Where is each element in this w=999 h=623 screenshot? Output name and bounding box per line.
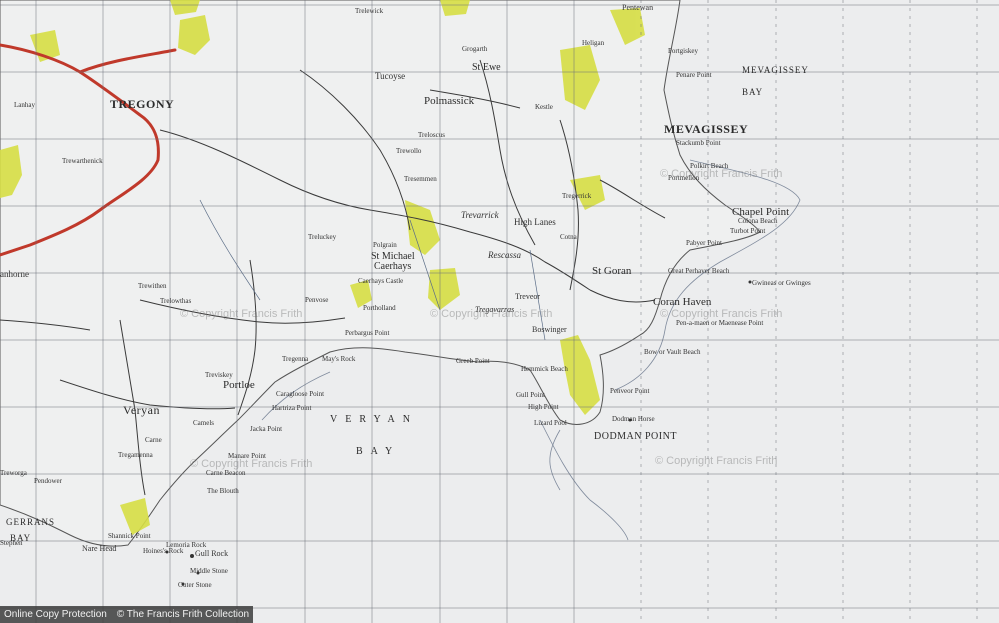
watermark-5: © Copyright Francis Frith [190,458,313,470]
label-caerhays[interactable]: Caerhays [374,262,411,272]
label-mevagissey-bay-1: MEVAGISSEY [742,65,809,75]
label-trevarrick[interactable]: Trevarrick [461,211,499,220]
label-edge-stephen: Stephen [0,539,23,547]
label-turbot-point[interactable]: Turbot Point [730,228,765,235]
label-tregamenna[interactable]: Tregamenna [118,452,153,459]
label-veryan-bay-1: VERYAN [330,414,419,425]
label-trelowthas[interactable]: Trelowthas [160,298,191,305]
label-mays-rock[interactable]: May's Rock [322,356,355,363]
label-jacka[interactable]: Jacka Point [250,426,282,433]
label-kestle[interactable]: Kestle [535,104,553,111]
copy-protection-label: Online Copy Protection [4,609,107,620]
label-penare-point[interactable]: Penare Point [676,72,712,79]
label-greeb-point[interactable]: Greeb Point [456,358,490,365]
label-treworga[interactable]: Treworga [0,470,27,477]
label-hemmick[interactable]: Hemmick Beach [521,366,568,373]
label-penvose[interactable]: Penvose [305,297,328,304]
label-the-blouth[interactable]: The Blouth [207,488,239,495]
label-perbargus[interactable]: Perbargus Point [345,330,389,337]
label-polmassick[interactable]: Polmassick [424,96,474,107]
label-high-point[interactable]: High Point [528,404,559,411]
label-outer-stone[interactable]: Outer Stone [178,582,212,589]
copyright-label: © The Francis Frith Collection [116,609,250,620]
label-rescassa[interactable]: Rescassa [488,251,521,260]
label-carne[interactable]: Carne [145,437,162,444]
label-portholland[interactable]: Portholland [363,305,396,312]
label-portgiskey[interactable]: Portgiskey [668,48,698,55]
label-caerhays-castle[interactable]: Caerhays Castle [358,278,403,285]
label-veryan-bay-2: BAY [356,446,401,457]
label-penveor: Penveor Point [610,387,650,395]
label-gull-point[interactable]: Gull Point [516,392,545,399]
label-trewarthenick[interactable]: Trewarthenick [62,158,103,165]
label-pabyer[interactable]: Pabyer Point [686,240,722,247]
label-gull-rock[interactable]: Gull Rock [195,550,228,558]
label-st-ewe[interactable]: St Ewe [472,63,501,73]
label-treluckey[interactable]: Treluckey [308,234,336,241]
watermark-6: © Copyright Francis Frith [430,308,553,320]
label-pen-a-maen[interactable]: Pen-a-maen or Maenease Point [676,320,763,327]
label-trelewick[interactable]: Trelewick [355,8,383,15]
label-edge-anhorne: anhorne [0,269,29,279]
copyright-footer: Online Copy Protection © The Francis Fri… [0,606,254,623]
label-mevagissey[interactable]: MEVAGISSEY [664,123,748,135]
label-gwineas[interactable]: Gwineas or Gwinges [752,280,811,287]
label-veryan[interactable]: Veryan [123,404,160,416]
label-hartriza[interactable]: Hartriza Point [272,405,311,412]
watermark-3: © Copyright Francis Frith [655,455,778,467]
watermark-1: © Copyright Francis Frith [660,168,783,180]
label-lizard-pool[interactable]: Lizard Pool [534,420,567,427]
label-perhaver[interactable]: Great Perhaver Beach [668,268,729,275]
label-coran-haven[interactable]: Coran Haven [653,297,711,308]
label-polgrain[interactable]: Polgrain [373,242,397,249]
label-tregenna[interactable]: Tregenna [282,356,308,363]
watermark-4: © Copyright Francis Frith [180,308,303,320]
label-trewollo[interactable]: Trewollo [396,148,421,155]
label-colona[interactable]: Colona Beach [738,218,777,225]
label-tucoyse[interactable]: Tucoyse [375,72,405,81]
label-pentewan[interactable]: Pentewan [622,4,653,12]
label-hoines[interactable]: Hoines's Rock [143,548,183,555]
label-boswinger[interactable]: Boswinger [532,326,567,334]
label-cotna[interactable]: Cotna [560,234,577,241]
watermark-2: © Copyright Francis Frith [660,308,783,320]
label-heligan[interactable]: Heligan [582,40,604,47]
label-tregony[interactable]: TREGONY [110,98,174,110]
label-lanhay[interactable]: Lanhay [14,102,35,109]
label-tregerrick[interactable]: Tregerrick [562,193,591,200]
label-dodman-horse: Dodman Horse [612,415,655,423]
label-grogarth[interactable]: Grogarth [462,46,487,53]
label-mevagissey-bay-2: BAY [742,87,764,97]
label-dodman-point[interactable]: DODMAN POINT [594,432,677,442]
label-caragloose[interactable]: Caragloose Point [276,391,324,398]
label-pendower[interactable]: Pendower [34,478,62,485]
label-nare-head[interactable]: Nare Head [82,545,116,553]
label-bow-vault[interactable]: Bow or Vault Beach [644,349,700,356]
label-treviskey[interactable]: Treviskey [205,372,233,379]
label-treveor[interactable]: Treveor [515,293,540,301]
label-middle-stone[interactable]: Middle Stone [190,568,228,575]
os-map-canvas[interactable]: TREGONY MEVAGISSEY Veryan St Michael Cae… [0,0,999,623]
label-trewithen[interactable]: Trewithen [138,283,167,290]
label-treloscus[interactable]: Treloscus [418,132,445,139]
label-high-lanes[interactable]: High Lanes [514,218,556,227]
label-stackumb[interactable]: Stackumb Point [676,140,721,147]
label-camels[interactable]: Camels [193,420,214,427]
label-st-goran[interactable]: St Goran [592,266,631,277]
label-gerrans-bay-1: GERRANS [6,517,56,527]
label-tresemmen[interactable]: Tresemmen [404,176,437,183]
label-shannick[interactable]: Shannick Point [108,533,151,540]
label-portloe[interactable]: Portloe [223,380,255,391]
label-carne-beacon[interactable]: Carne Beacon [206,470,245,477]
